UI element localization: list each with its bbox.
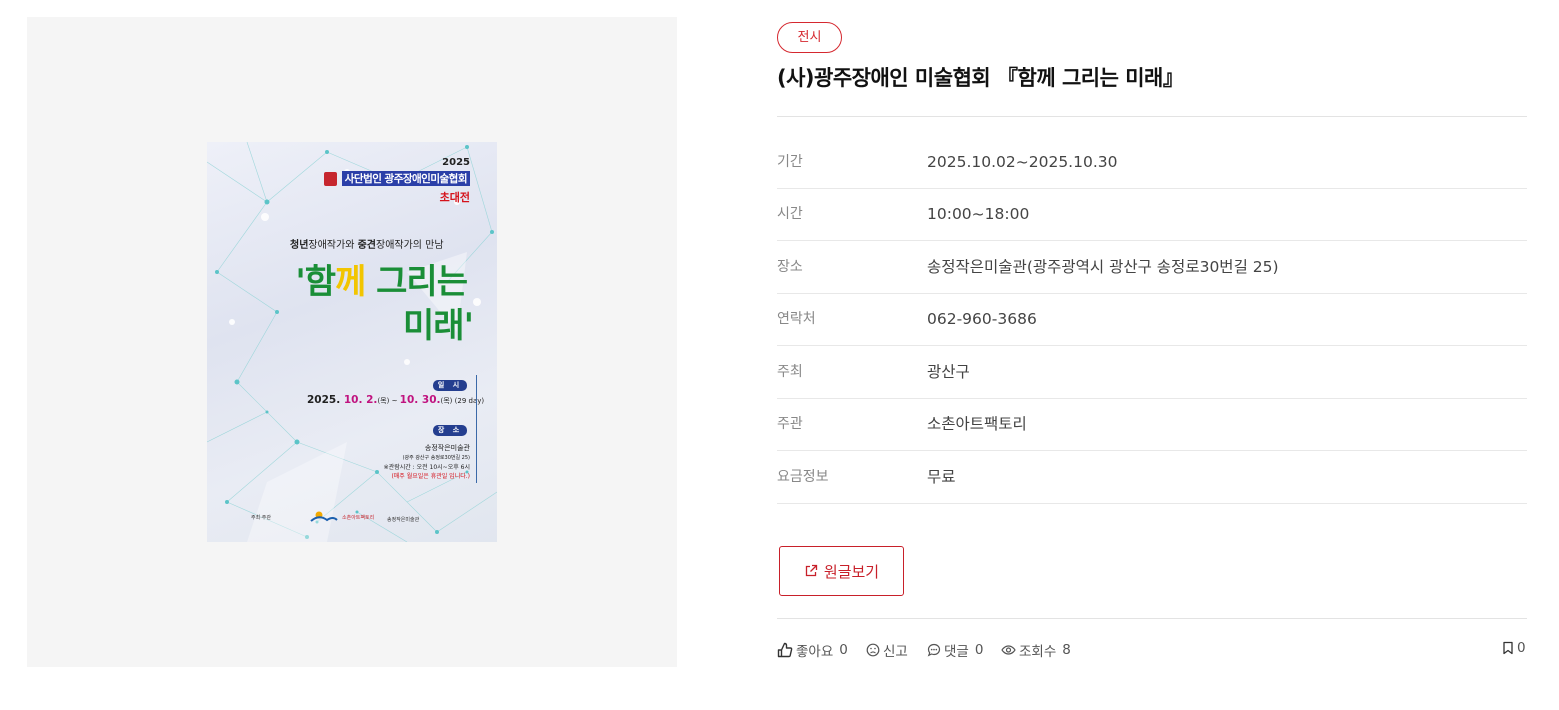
eye-icon <box>1001 645 1016 655</box>
poster-date: 2025. 10. 2.(목) ~ 10. 30.(목) (29 day) <box>307 394 485 406</box>
info-value: 광산구 <box>927 363 970 381</box>
views-label: 조회수 <box>1019 644 1057 660</box>
stats-divider <box>777 618 1527 619</box>
info-label: 주관 <box>777 416 803 432</box>
image-panel: 2025 사단법인 광주장애인미술협회 초대전 청년장애작가와 중견장애작가의 … <box>27 17 677 667</box>
poster-sponsor-label: 주최·주관 <box>251 515 271 521</box>
info-label: 기간 <box>777 154 803 170</box>
info-row-time: 시간 10:00~18:00 <box>777 188 1527 241</box>
info-row-fee: 요금정보 무료 <box>777 451 1527 504</box>
poster-invitation: 초대전 <box>439 191 470 204</box>
poster-subtitle: 청년장애작가와 중견장애작가의 만남 <box>290 240 444 251</box>
bookmark-button[interactable]: 0 <box>1502 640 1526 656</box>
info-label: 장소 <box>777 259 803 275</box>
like-label: 좋아요 <box>796 644 834 660</box>
info-value: 소촌아트팩토리 <box>927 415 1027 433</box>
poster-venue-label: 장 소 <box>433 425 467 436</box>
poster-period-label: 일 시 <box>433 380 467 391</box>
comment-label: 댓글 <box>944 644 969 660</box>
info-value: 062-960-3686 <box>927 310 1037 328</box>
info-row-organizer: 주관 소촌아트팩토리 <box>777 398 1527 451</box>
like-button[interactable]: 좋아요 0 <box>777 640 848 660</box>
info-label: 시간 <box>777 206 803 222</box>
info-value: 송정작은미술관(광주광역시 광산구 송정로30번길 25) <box>927 258 1279 276</box>
info-row-period: 기간 2025.10.02~2025.10.30 <box>777 136 1527 189</box>
category-badge: 전시 <box>777 22 842 53</box>
poster-venue: 송정작은미술관 (광주 광산구 송정로30번길 25) ※관람시간 : 오전 10시… <box>383 444 470 480</box>
title-divider <box>777 116 1527 117</box>
info-value: 2025.10.02~2025.10.30 <box>927 153 1118 171</box>
views-count: 8 <box>1062 642 1071 658</box>
event-poster: 2025 사단법인 광주장애인미술협회 초대전 청년장애작가와 중견장애작가의 … <box>207 142 497 542</box>
like-count: 0 <box>839 642 848 658</box>
info-label: 연락처 <box>777 311 816 327</box>
poster-year: 2025 <box>442 157 470 168</box>
bookmark-count: 0 <box>1517 640 1526 656</box>
report-label: 신고 <box>883 644 908 660</box>
info-row-host: 주최 광산구 <box>777 346 1527 399</box>
views-stat: 조회수 8 <box>1001 640 1071 660</box>
report-button[interactable]: 신고 <box>866 640 908 660</box>
external-link-icon <box>805 564 818 577</box>
report-icon <box>866 643 880 657</box>
poster-title-line2: 미래' <box>403 306 474 346</box>
poster-title-line1: '함께 그리는 <box>295 262 468 302</box>
view-original-button[interactable]: 원글보기 <box>779 546 904 596</box>
info-label: 요금정보 <box>777 469 829 485</box>
info-value: 10:00~18:00 <box>927 205 1030 223</box>
like-icon <box>777 642 793 658</box>
poster-sponsor-3: 송정작은미술관 <box>387 517 420 523</box>
info-label: 주최 <box>777 364 803 380</box>
info-row-venue: 장소 송정작은미술관(광주광역시 광산구 송정로30번길 25) <box>777 241 1527 294</box>
association-logo <box>324 172 337 186</box>
comment-count: 0 <box>974 642 984 658</box>
info-row-contact: 연락처 062-960-3686 <box>777 293 1527 346</box>
view-original-label: 원글보기 <box>823 562 880 581</box>
comment-icon <box>927 643 941 657</box>
gwangsan-logo <box>310 511 338 522</box>
poster-sponsor-2: 소촌아트팩토리 <box>342 515 375 521</box>
comment-button[interactable]: 댓글 0 <box>927 640 983 660</box>
stats-bar: 좋아요 0 신고 댓글 0 조회수 8 0 <box>777 640 1527 662</box>
poster-association: 사단법인 광주장애인미술협회 <box>341 171 470 186</box>
event-title: (사)광주장애인 미술협회 『함께 그리는 미래』 <box>777 66 1184 90</box>
bookmark-icon <box>1503 641 1513 655</box>
poster-divider <box>476 375 477 483</box>
info-value: 무료 <box>927 468 956 486</box>
